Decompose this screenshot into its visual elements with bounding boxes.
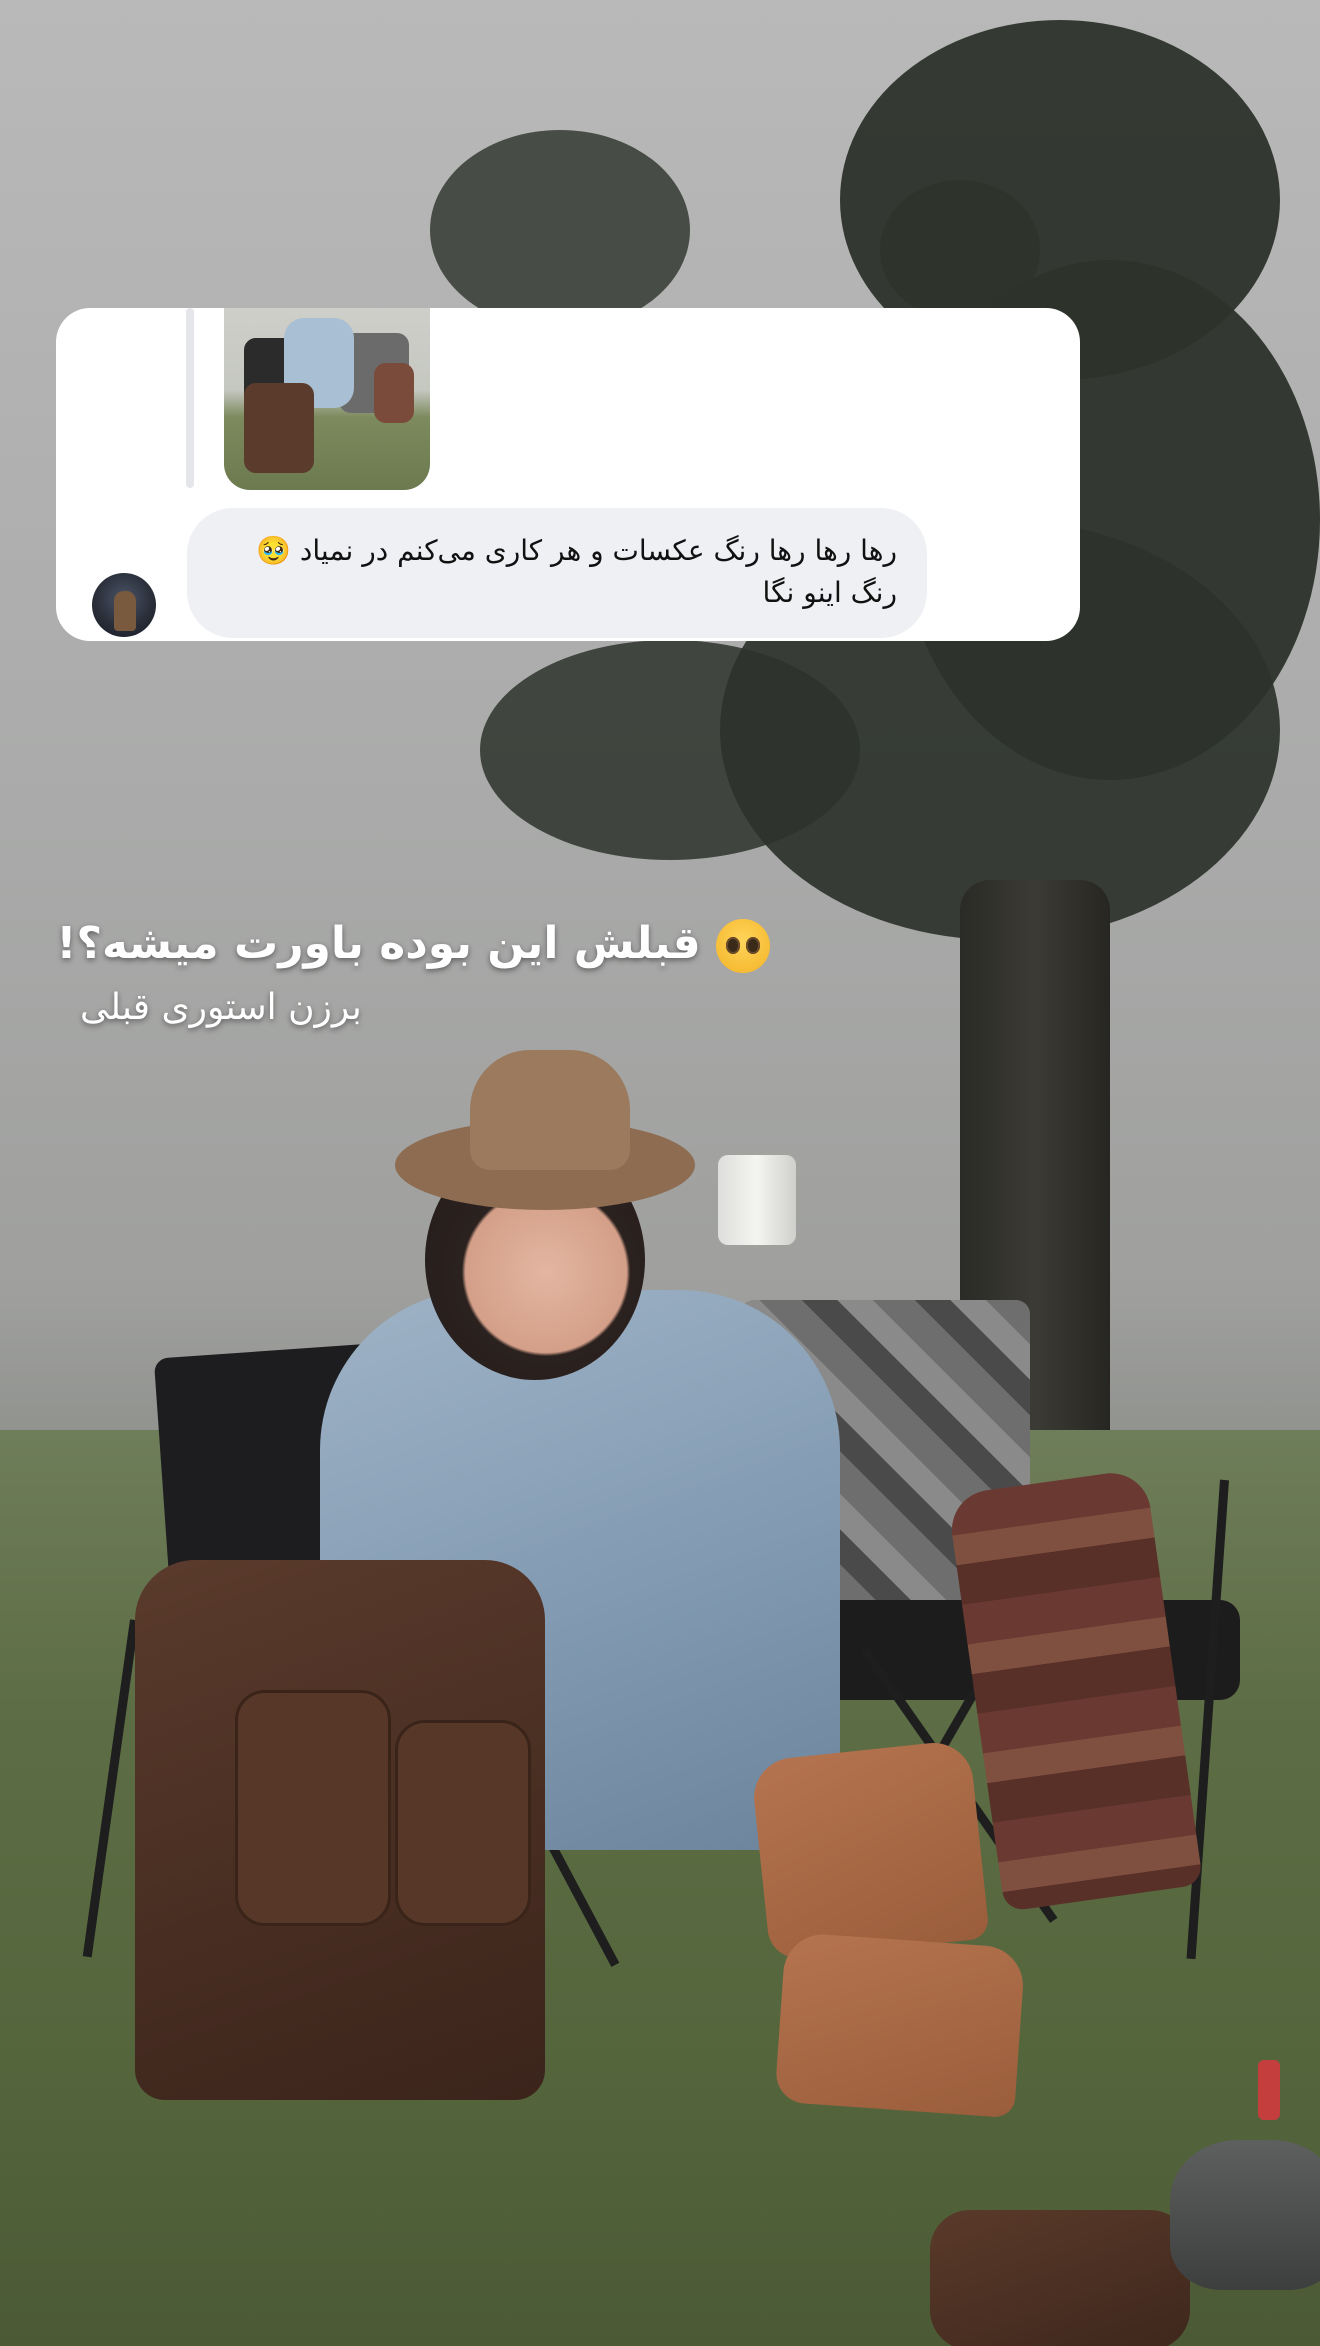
- replied-story-thumbnail[interactable]: [224, 308, 430, 490]
- story-caption-title-text: قبلش این بوده باورت میشه؟!: [56, 918, 701, 969]
- message-text: رها رها رها رنگ عکسات و هر کاری می‌کنم د…: [256, 534, 897, 609]
- reply-quote-bar: [186, 308, 194, 488]
- pleading-face-emoji-icon: [716, 919, 770, 973]
- story-caption-title: قبلش این بوده باورت میشه؟!: [56, 918, 770, 973]
- message-bubble[interactable]: رها رها رها رنگ عکسات و هر کاری می‌کنم د…: [187, 508, 927, 638]
- story-reply-card[interactable]: رها رها رها رنگ عکسات و هر کاری می‌کنم د…: [56, 308, 1080, 641]
- story-caption-subtitle: برزن استوری قبلی: [80, 987, 362, 1028]
- sender-avatar[interactable]: [92, 573, 156, 637]
